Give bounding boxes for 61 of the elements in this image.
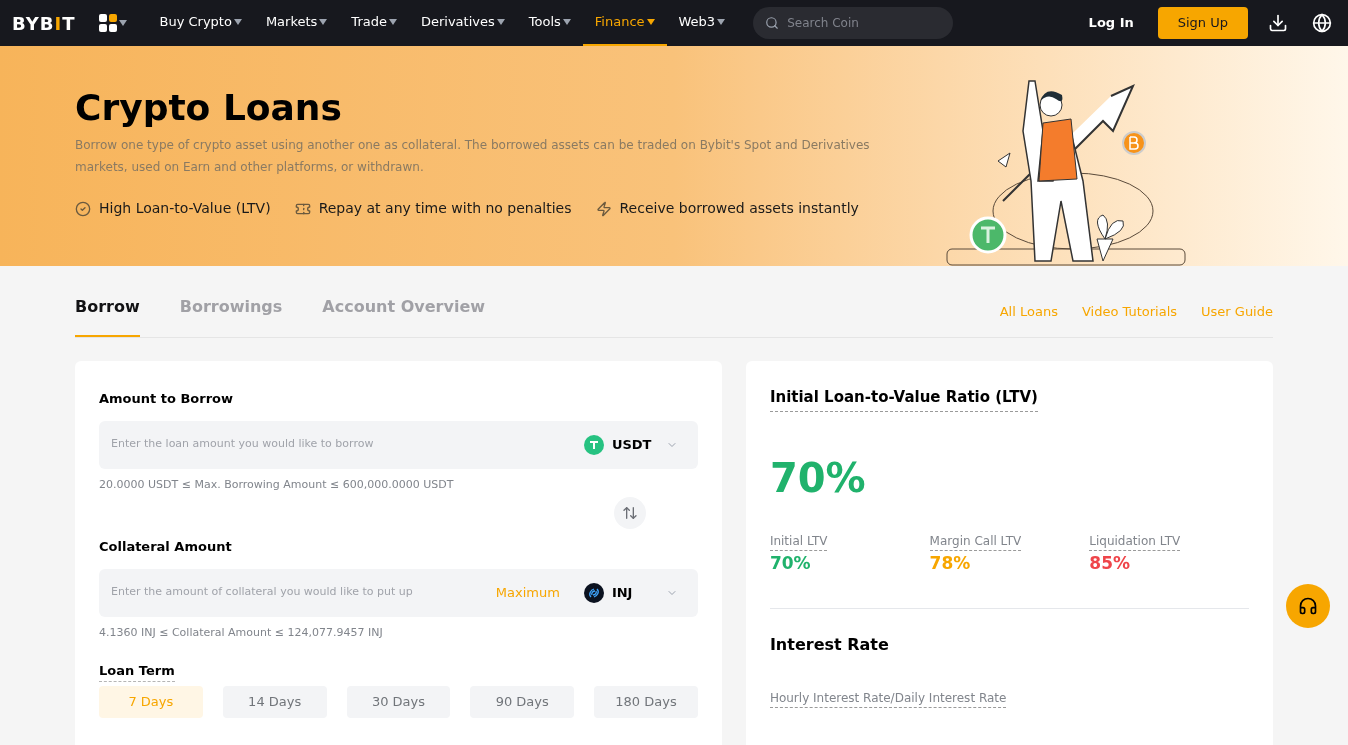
caret-icon [646,19,655,25]
download-icon[interactable] [1268,13,1288,33]
loan-term-label: Loan Term [99,661,175,682]
swap-icon[interactable] [613,497,646,529]
amount-range-text: 20.0000 USDT ≤ Max. Borrowing Amount ≤ 600,000.0000 USDT [99,476,455,493]
feature-text: Receive borrowed assets instantly [619,199,859,218]
metric-label: Liquidation LTV [1089,531,1181,551]
apps-grid-icon[interactable] [99,14,118,32]
ltv-value: 70% [769,453,867,503]
interest-label: Hourly Interest Rate/Daily Interest Rate [769,689,1007,708]
metric-label: Initial LTV [769,531,828,551]
caret-icon [119,20,128,26]
nav-menu-item[interactable]: Buy Crypto [147,0,254,46]
field-label: Amount to Borrow [99,390,235,408]
loan-term-option[interactable]: 90 Days [470,686,575,718]
collateral-amount-field[interactable]: Enter the amount of collateral you would like to put up Maximum INJ [99,568,698,617]
headset-icon [1298,596,1318,616]
signup-button[interactable]: Sign Up [1157,7,1248,39]
lightning-icon [595,200,612,217]
loan-term-option[interactable]: 30 Days [346,686,451,718]
nav-menu-item[interactable]: Markets [253,0,340,46]
caret-icon [233,19,242,25]
injective-coin-icon [583,582,604,603]
loan-term-option[interactable]: 180 Days [594,686,698,718]
feature-text: High Loan-to-Value (LTV) [99,199,271,218]
search-input[interactable]: Search Coin [787,14,942,32]
loan-amount-input[interactable]: Enter the loan amount you would like to borrow [111,436,584,453]
interest-title: Interest Rate [769,634,890,656]
feature-text: Repay at any time with no penalties [318,199,572,218]
caret-icon [319,19,328,25]
search-field[interactable]: Search Coin [753,7,954,39]
page-title: Crypto Loans [75,86,343,130]
caret-icon [717,19,726,25]
metric-value: 78% [929,551,971,575]
caret-icon [496,19,505,25]
coin-symbol: USDT [611,435,653,454]
metric-value: 70% [769,551,811,575]
collateral-amount-input[interactable]: Enter the amount of collateral you would like to put up [111,584,496,601]
check-circle-icon [75,200,91,217]
globe-icon[interactable] [1312,13,1332,33]
field-label: Collateral Amount [99,538,233,556]
loan-amount-field[interactable]: Enter the loan amount you would like to borrow USDT [99,420,698,469]
tether-coin-icon [583,434,604,455]
coin-symbol: INJ [611,583,634,602]
caret-icon [388,19,397,25]
caret-icon [562,19,571,25]
loan-term-option[interactable]: 14 Days [222,686,327,718]
section-tab[interactable]: Borrow [75,295,140,337]
nav-menu-item[interactable]: Tools [516,0,583,46]
nav-menu-item[interactable]: Trade [339,0,409,46]
metric-label: Margin Call LTV [929,531,1022,551]
nav-menu-item[interactable]: Derivatives [408,0,517,46]
support-button[interactable] [1286,584,1330,628]
hero-description: Borrow one type of crypto asset using another one as collateral. The borrowed assets can be traded on Bybit's Spot and Derivatives markets, used on Earn and other platforms, or withdrawn. [75,137,871,176]
logo[interactable]: BYB IT [12,9,76,37]
ltv-title: Initial Loan-to-Value Ratio (LTV) [769,386,1038,412]
nav-menu-item[interactable]: Web3 [666,0,738,46]
metric-value: 85% [1089,551,1130,575]
login-link[interactable]: Log In [1088,13,1134,33]
collateral-range-text: 4.1360 INJ ≤ Collateral Amount ≤ 124,077.9457 INJ [99,624,384,641]
search-icon [765,15,780,31]
